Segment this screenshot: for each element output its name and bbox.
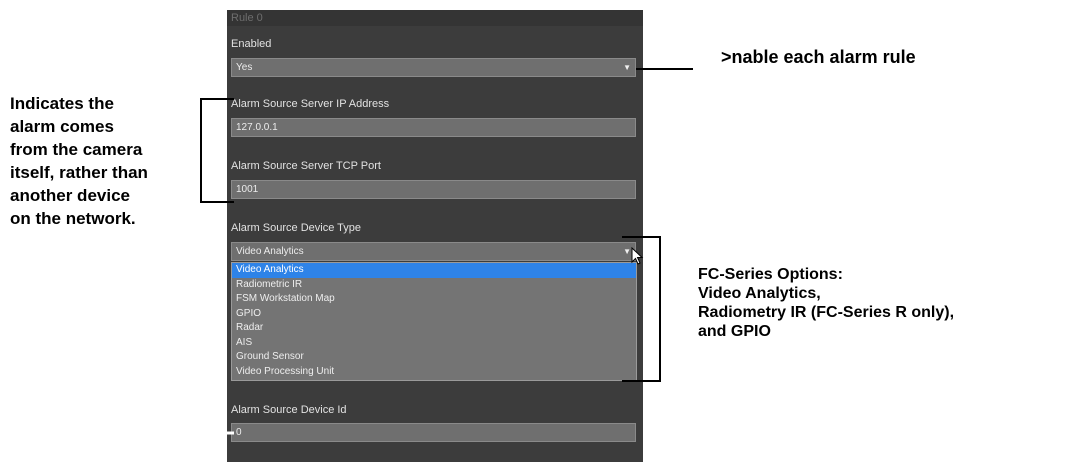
annotation-line: Radiometry IR (FC-Series R only),: [698, 304, 955, 321]
dropdown-option[interactable]: Ground Sensor: [232, 350, 636, 365]
enabled-select[interactable]: Yes ▼: [231, 58, 636, 77]
device-type-select[interactable]: Video Analytics ▼: [231, 242, 636, 261]
device-type-dropdown: Video Analytics Radiometric IR FSM Works…: [231, 262, 637, 381]
annotation-line: Video Analytics,: [698, 285, 821, 302]
chevron-down-icon: ▼: [623, 247, 631, 256]
mouse-cursor-icon: [631, 247, 644, 265]
dropdown-option[interactable]: AIS: [232, 336, 636, 351]
chevron-down-icon: ▼: [623, 63, 631, 72]
device-id-input[interactable]: 0: [231, 423, 636, 442]
dropdown-option[interactable]: Video Processing Unit: [232, 365, 636, 380]
dropdown-option[interactable]: GPIO: [232, 307, 636, 322]
panel-header: Rule 0: [227, 10, 643, 26]
server-ip-label: Alarm Source Server IP Address: [231, 98, 390, 110]
device-type-select-value: Video Analytics: [236, 246, 304, 257]
annotation-line: FC-Series Options:: [698, 266, 843, 283]
dropdown-option[interactable]: FSM Workstation Map: [232, 292, 636, 307]
device-type-label: Alarm Source Device Type: [231, 222, 362, 234]
annotation-line: alarm comes: [10, 117, 114, 136]
server-ip-input[interactable]: 127.0.0.1: [231, 118, 636, 137]
enabled-label: Enabled: [231, 38, 272, 50]
annotation-line: and GPIO: [698, 323, 771, 340]
server-port-label: Alarm Source Server TCP Port: [231, 160, 381, 172]
annotation-line: another device: [10, 186, 130, 205]
annotation-line: on the network.: [10, 209, 136, 228]
dropdown-option[interactable]: Video Analytics: [232, 263, 636, 278]
rule-settings-panel: Rule 0 Enabled Yes ▼ Alarm Source Server…: [227, 10, 643, 462]
annotation-fc-series-options: FC-Series Options: Video Analytics, Radi…: [698, 265, 954, 341]
annotation-line: Indicates the: [10, 94, 114, 113]
enabled-select-value: Yes: [236, 62, 253, 73]
annotation-line: itself, rather than: [10, 163, 148, 182]
annotation-enable-rule: >nable each alarm rule: [721, 47, 916, 67]
dropdown-option[interactable]: Radar: [232, 321, 636, 336]
device-id-label: Alarm Source Device Id: [231, 404, 347, 416]
dropdown-option[interactable]: Radiometric IR: [232, 278, 636, 293]
annotation-camera-source: Indicates the alarm comes from the camer…: [10, 92, 148, 230]
server-port-input[interactable]: 1001: [231, 180, 636, 199]
annotation-line: from the camera: [10, 140, 143, 159]
